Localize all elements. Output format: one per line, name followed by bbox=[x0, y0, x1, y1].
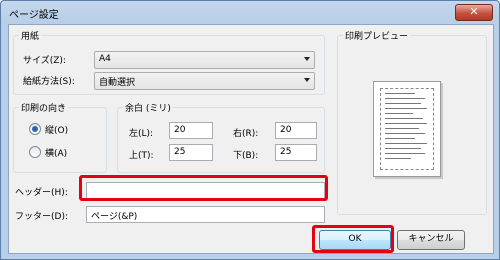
ok-highlight bbox=[312, 225, 394, 253]
paper-size-value: A4 bbox=[99, 54, 111, 64]
paper-source-label: 給紙方法(S): bbox=[23, 77, 75, 87]
preview-print-area bbox=[380, 88, 434, 170]
margin-right-label: 右(R): bbox=[233, 129, 259, 139]
paper-size-label: サイズ(Z): bbox=[23, 56, 66, 66]
footer-value: ページ(&P) bbox=[91, 212, 138, 222]
chevron-down-icon bbox=[304, 57, 310, 61]
cancel-button[interactable]: キャンセル bbox=[397, 230, 465, 250]
footer-input[interactable]: ページ(&P) bbox=[86, 206, 325, 223]
margin-top-value: 25 bbox=[174, 147, 186, 157]
orientation-group bbox=[13, 107, 107, 173]
window-title: ページ設定 bbox=[9, 10, 59, 21]
margin-bottom-value: 25 bbox=[280, 147, 292, 157]
margin-bottom-input[interactable]: 25 bbox=[275, 144, 317, 161]
landscape-label[interactable]: 横(A) bbox=[45, 146, 67, 159]
paper-source-value: 自動選択 bbox=[99, 78, 136, 88]
close-button[interactable]: ✕ bbox=[455, 4, 493, 21]
margin-bottom-label: 下(B): bbox=[233, 151, 259, 161]
page-setup-dialog: ページ設定 ✕ 用紙 サイズ(Z): A4 給紙方法(S): 自動選択 印刷の向… bbox=[0, 0, 500, 260]
portrait-radio[interactable] bbox=[29, 123, 41, 135]
print-preview-page bbox=[373, 81, 441, 177]
margins-group-label: 余白 (ミリ) bbox=[123, 101, 173, 114]
margin-left-value: 20 bbox=[174, 125, 186, 135]
header-label: ヘッダー(H): bbox=[15, 188, 68, 198]
header-highlight bbox=[79, 175, 328, 201]
chevron-down-icon bbox=[304, 78, 310, 82]
preview-group-label: 印刷プレビュー bbox=[343, 29, 411, 42]
margin-left-label: 左(L): bbox=[129, 129, 154, 139]
margin-top-input[interactable]: 25 bbox=[169, 144, 213, 161]
paper-group-label: 用紙 bbox=[19, 29, 42, 42]
margin-right-input[interactable]: 20 bbox=[275, 122, 317, 139]
margin-right-value: 20 bbox=[280, 125, 292, 135]
margins-group bbox=[117, 107, 325, 173]
margin-left-input[interactable]: 20 bbox=[169, 122, 213, 139]
footer-label: フッター(D): bbox=[15, 212, 68, 222]
portrait-label[interactable]: 縦(O) bbox=[45, 123, 68, 136]
margin-top-label: 上(T): bbox=[129, 151, 154, 161]
landscape-radio[interactable] bbox=[29, 146, 41, 158]
close-icon: ✕ bbox=[469, 5, 479, 18]
orientation-group-label: 印刷の向き bbox=[19, 101, 69, 114]
paper-source-select[interactable]: 自動選択 bbox=[94, 72, 315, 90]
title-bar: ページ設定 ✕ bbox=[1, 1, 499, 23]
paper-size-select[interactable]: A4 bbox=[94, 51, 315, 69]
